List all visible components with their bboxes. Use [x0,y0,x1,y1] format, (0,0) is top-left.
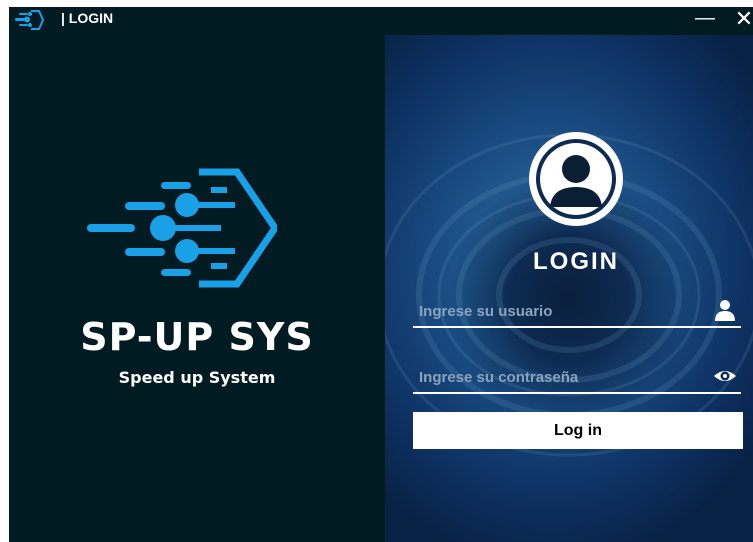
password-field [413,362,741,394]
username-field [413,296,741,328]
login-title: LOGIN [533,248,619,275]
eye-icon[interactable] [713,364,737,388]
brand-tagline: Speed up System [118,368,276,387]
brand-logo-icon [87,168,277,288]
app-logo-icon [15,10,45,30]
swirl-background [385,133,753,457]
close-button[interactable]: ✕ [733,7,753,31]
title-bar[interactable]: | LOGIN — ✕ [9,7,753,35]
password-input[interactable] [417,362,711,392]
user-avatar-icon [529,132,623,226]
user-icon [715,300,735,321]
brand-name: SP-UP SYS [80,315,314,359]
brand-panel: SP-UP SYS Speed up System [9,35,385,542]
username-input[interactable] [417,296,711,326]
login-button[interactable]: Log in [413,412,743,449]
login-window: | LOGIN — ✕ SP-UP SYS Speed up System LO… [9,7,753,542]
login-panel: LOGIN Log in [385,35,753,542]
minimize-button[interactable]: — [693,7,717,31]
window-title: | LOGIN [61,10,114,26]
